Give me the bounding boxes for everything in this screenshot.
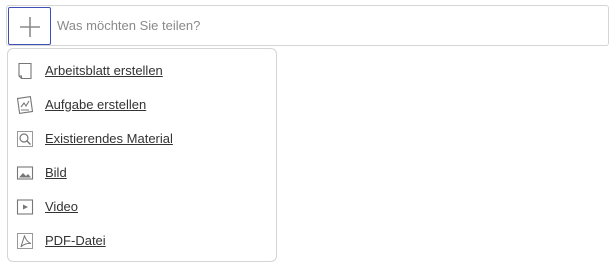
menu-item-bild[interactable]: Bild	[8, 159, 276, 187]
task-icon	[16, 96, 34, 114]
menu-item-label: Aufgabe erstellen	[45, 97, 147, 112]
pdf-icon	[17, 233, 33, 249]
menu-item-pdf[interactable]: PDF-Datei	[8, 227, 276, 255]
menu-item-arbeitsblatt[interactable]: Arbeitsblatt erstellen	[8, 57, 276, 85]
image-icon	[16, 166, 34, 180]
share-type-menu: Arbeitsblatt erstellen Aufgabe erstellen…	[7, 48, 277, 262]
menu-item-material[interactable]: Existierendes Material	[8, 125, 276, 153]
menu-item-aufgabe[interactable]: Aufgabe erstellen	[8, 91, 276, 119]
menu-item-label: PDF-Datei	[45, 233, 106, 248]
menu-item-label: Arbeitsblatt erstellen	[45, 63, 163, 78]
share-composer	[6, 5, 609, 46]
worksheet-icon	[18, 62, 32, 80]
menu-item-label: Bild	[45, 165, 67, 180]
menu-item-label: Video	[45, 199, 79, 214]
add-button[interactable]	[8, 7, 51, 45]
menu-item-label: Existierendes Material	[45, 131, 173, 146]
plus-icon	[20, 17, 40, 37]
search-material-icon	[17, 131, 33, 147]
menu-item-video[interactable]: Video	[8, 193, 276, 221]
video-icon	[16, 199, 34, 215]
share-input[interactable]	[57, 7, 602, 44]
